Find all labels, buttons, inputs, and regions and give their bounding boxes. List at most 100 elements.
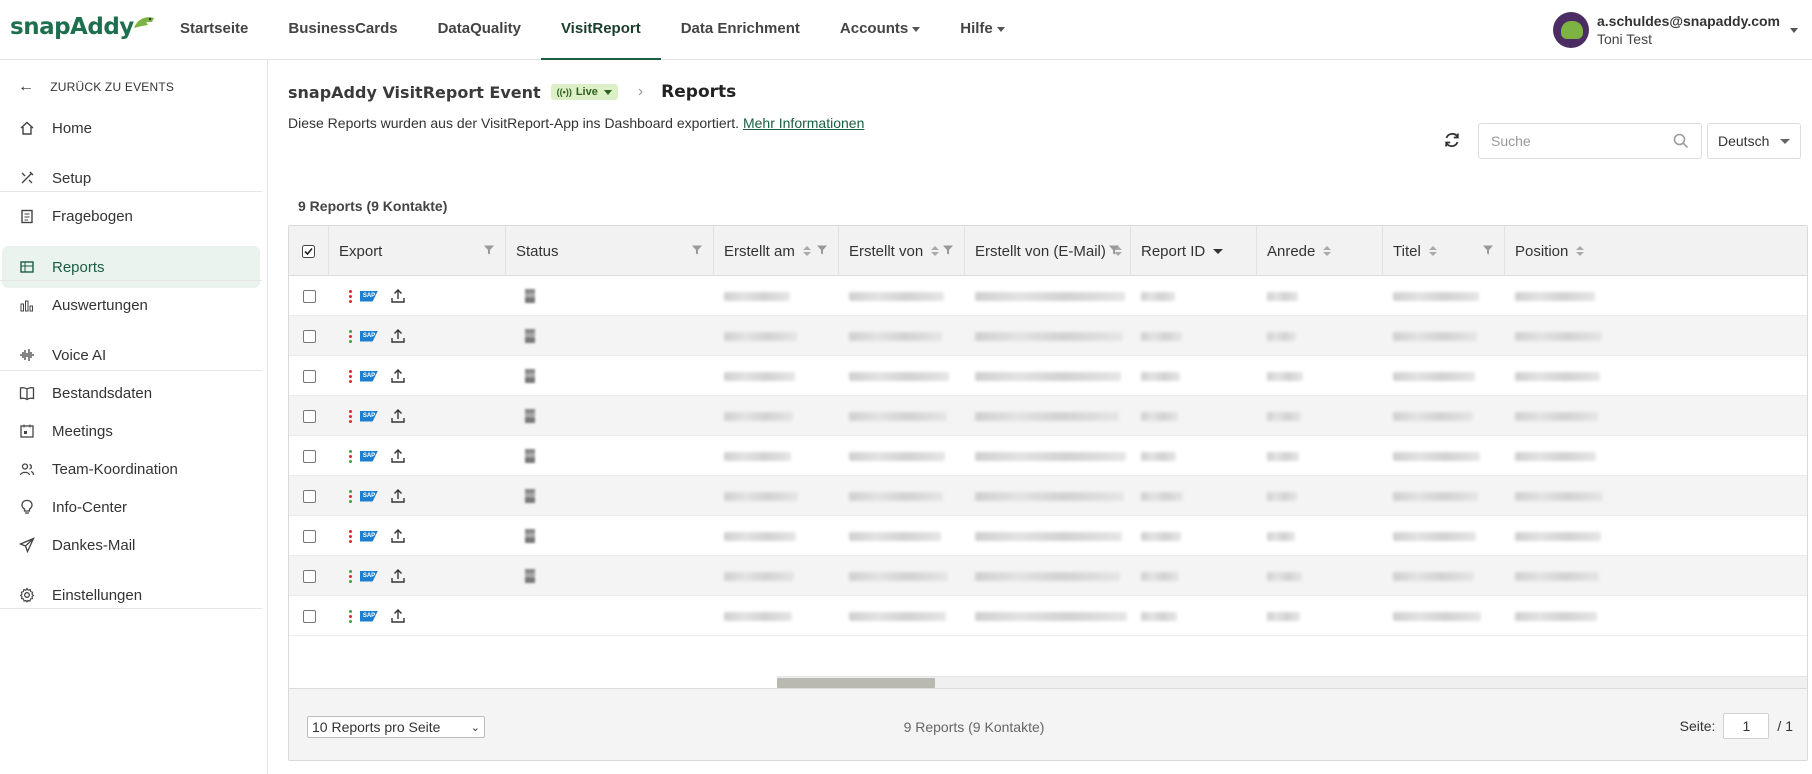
sidebar-item-auswertungen[interactable]: Auswertungen — [2, 284, 260, 326]
sort-icon[interactable] — [931, 245, 940, 257]
kebab-menu-icon[interactable] — [349, 569, 352, 583]
event-title[interactable]: snapAddy VisitReport Event — [288, 83, 541, 102]
sap-export-icon[interactable]: SAP — [360, 370, 378, 382]
nav-item-businesscards[interactable]: BusinessCards — [268, 0, 417, 60]
column-header-status[interactable]: Status — [506, 226, 714, 276]
column-header-position[interactable]: Position — [1505, 226, 1807, 276]
upload-icon[interactable] — [390, 288, 406, 304]
upload-icon[interactable] — [390, 408, 406, 424]
table-row[interactable]: SAP — [289, 436, 1807, 476]
sidebar-item-reports[interactable]: Reports — [2, 246, 260, 288]
page-number-input[interactable]: 1 — [1723, 713, 1770, 739]
sidebar-item-fragebogen[interactable]: Fragebogen — [2, 195, 260, 237]
upload-icon[interactable] — [390, 488, 406, 504]
sap-export-icon[interactable]: SAP — [360, 490, 378, 502]
row-checkbox[interactable] — [302, 329, 316, 343]
column-header-export[interactable]: Export — [329, 226, 506, 276]
upload-icon[interactable] — [390, 608, 406, 624]
sidebar-item-einstellungen[interactable]: Einstellungen — [2, 574, 260, 616]
table-row[interactable]: SAP — [289, 556, 1807, 596]
nav-item-dataquality[interactable]: DataQuality — [418, 0, 541, 60]
sort-desc-icon[interactable] — [1213, 248, 1224, 254]
kebab-menu-icon[interactable] — [349, 329, 352, 343]
kebab-menu-icon[interactable] — [349, 609, 352, 623]
upload-icon[interactable] — [390, 528, 406, 544]
filter-icon[interactable] — [483, 244, 495, 256]
filter-icon[interactable] — [1108, 244, 1120, 256]
sidebar-item-team-koordination[interactable]: Team-Koordination — [2, 448, 260, 490]
user-menu[interactable]: a.schuldes@snapaddy.com Toni Test — [1552, 10, 1798, 50]
kebab-menu-icon[interactable] — [349, 409, 352, 423]
live-status-badge[interactable]: ((•)) Live — [550, 84, 618, 100]
table-row[interactable]: SAP — [289, 276, 1807, 316]
table-row[interactable]: SAP — [289, 596, 1807, 636]
sidebar-item-home[interactable]: Home — [2, 107, 260, 149]
row-checkbox[interactable] — [302, 369, 316, 383]
sidebar-item-dankes-mail[interactable]: Dankes-Mail — [2, 524, 260, 566]
row-checkbox[interactable] — [302, 529, 316, 543]
horizontal-scrollbar[interactable] — [289, 676, 1807, 688]
sort-icon[interactable] — [1428, 245, 1437, 257]
nav-item-visitreport[interactable]: VisitReport — [540, 0, 661, 60]
kebab-menu-icon[interactable] — [349, 449, 352, 463]
nav-item-data-enrichment[interactable]: Data Enrichment — [661, 0, 820, 60]
table-row[interactable]: SAP — [289, 476, 1807, 516]
sap-export-icon[interactable]: SAP — [360, 530, 378, 542]
sidebar-item-setup[interactable]: Setup — [2, 157, 260, 199]
column-header-titel[interactable]: Titel — [1383, 226, 1505, 276]
status-icon — [525, 329, 535, 343]
sap-export-icon[interactable]: SAP — [360, 450, 378, 462]
sap-export-icon[interactable]: SAP — [360, 330, 378, 342]
filter-icon[interactable] — [942, 244, 954, 256]
nav-item-hilfe[interactable]: Hilfe — [940, 0, 1025, 60]
sidebar-item-meetings[interactable]: Meetings — [2, 410, 260, 452]
column-header-report-id[interactable]: Report ID — [1131, 226, 1257, 276]
sort-icon[interactable] — [802, 245, 811, 257]
kebab-menu-icon[interactable] — [349, 289, 352, 303]
filter-icon[interactable] — [816, 244, 828, 256]
refresh-icon[interactable] — [1442, 130, 1462, 150]
upload-icon[interactable] — [390, 328, 406, 344]
sap-export-icon[interactable]: SAP — [360, 290, 378, 302]
column-header-erstellt-von[interactable]: Erstellt von — [839, 226, 965, 276]
table-row[interactable]: SAP — [289, 316, 1807, 356]
column-header-erstellt-am[interactable]: Erstellt am — [714, 226, 839, 276]
search-box[interactable] — [1478, 123, 1702, 159]
nav-item-startseite[interactable]: Startseite — [160, 0, 268, 60]
table-row[interactable]: SAP — [289, 516, 1807, 556]
kebab-menu-icon[interactable] — [349, 489, 352, 503]
table-row[interactable]: SAP — [289, 396, 1807, 436]
upload-icon[interactable] — [390, 368, 406, 384]
search-input[interactable] — [1491, 133, 1673, 149]
sidebar-item-info-center[interactable]: Info-Center — [2, 486, 260, 528]
kebab-menu-icon[interactable] — [349, 529, 352, 543]
row-checkbox[interactable] — [302, 409, 316, 423]
snapaddy-logo[interactable]: snapAddy — [10, 14, 156, 40]
sap-export-icon[interactable]: SAP — [360, 410, 378, 422]
filter-icon[interactable] — [1482, 244, 1494, 256]
sort-icon[interactable] — [1323, 245, 1332, 257]
row-checkbox[interactable] — [302, 609, 316, 623]
scrollbar-thumb[interactable] — [777, 678, 935, 688]
sort-icon[interactable] — [1576, 245, 1585, 257]
column-header-anrede[interactable]: Anrede — [1257, 226, 1383, 276]
table-row[interactable]: SAP — [289, 356, 1807, 396]
sap-export-icon[interactable]: SAP — [360, 570, 378, 582]
row-checkbox[interactable] — [302, 569, 316, 583]
nav-item-accounts[interactable]: Accounts — [820, 0, 940, 60]
sap-export-icon[interactable]: SAP — [360, 610, 378, 622]
upload-icon[interactable] — [390, 448, 406, 464]
upload-icon[interactable] — [390, 568, 406, 584]
status-icon — [525, 569, 535, 583]
back-to-events-link[interactable]: ← ZURÜCK ZU EVENTS — [0, 72, 268, 102]
kebab-menu-icon[interactable] — [349, 369, 352, 383]
row-checkbox[interactable] — [302, 489, 316, 503]
row-checkbox[interactable] — [302, 289, 316, 303]
column-header-erstellt-von-e-mail[interactable]: Erstellt von (E-Mail) — [965, 226, 1131, 276]
sidebar-item-bestandsdaten[interactable]: Bestandsdaten — [2, 372, 260, 414]
filter-icon[interactable] — [691, 244, 703, 256]
row-checkbox[interactable] — [302, 449, 316, 463]
language-select[interactable]: Deutsch — [1707, 123, 1801, 159]
more-info-link[interactable]: Mehr Informationen — [743, 115, 864, 131]
select-all-checkbox[interactable] — [289, 226, 329, 276]
